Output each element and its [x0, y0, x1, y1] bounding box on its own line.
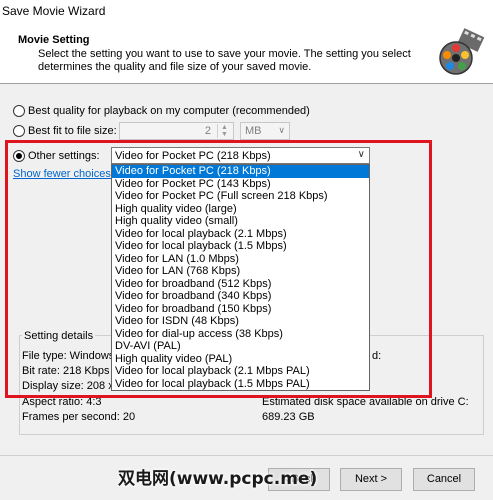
dropdown-option[interactable]: Video for local playback (1.5 Mbps PAL): [112, 378, 369, 391]
dropdown-option[interactable]: Video for local playback (2.1 Mbps PAL): [112, 365, 369, 378]
details-right-partial: d:: [372, 350, 382, 362]
best-quality-label: Best quality for playback on my computer…: [28, 105, 310, 117]
dropdown-option[interactable]: Video for Pocket PC (218 Kbps): [112, 165, 369, 178]
window-title: Save Movie Wizard: [2, 4, 106, 18]
film-reel-icon: [439, 28, 485, 75]
next-button[interactable]: Next >: [340, 468, 402, 491]
dropdown-option[interactable]: Video for LAN (768 Kbps): [112, 265, 369, 278]
dropdown-option[interactable]: Video for Pocket PC (Full screen 218 Kbp…: [112, 190, 369, 203]
other-settings-dropdown-list[interactable]: Video for Pocket PC (218 Kbps) Video for…: [111, 164, 370, 391]
cancel-button[interactable]: Cancel: [413, 468, 475, 491]
frames-per-second-text: Frames per second: 20: [22, 411, 136, 423]
chevron-down-icon: ∨: [278, 125, 285, 135]
dropdown-option[interactable]: Video for Pocket PC (143 Kbps): [112, 178, 369, 191]
dropdown-option[interactable]: Video for local playback (1.5 Mbps): [112, 240, 369, 253]
other-settings-select[interactable]: Video for Pocket PC (218 Kbps) ∨: [111, 147, 370, 164]
dropdown-option[interactable]: Video for broadband (150 Kbps): [112, 303, 369, 316]
other-settings-option[interactable]: Other settings:: [13, 148, 100, 164]
best-fit-option[interactable]: Best fit to file size:: [13, 123, 117, 139]
dropdown-option[interactable]: Video for LAN (1.0 Mbps): [112, 253, 369, 266]
dropdown-option[interactable]: Video for broadband (512 Kbps): [112, 278, 369, 291]
show-fewer-choices-link[interactable]: Show fewer choices...: [13, 168, 120, 180]
stepper-arrows-icon[interactable]: ▲ ▼: [217, 124, 231, 138]
best-quality-radio[interactable]: [13, 105, 25, 117]
dropdown-option[interactable]: Video for ISDN (48 Kbps): [112, 315, 369, 328]
file-size-stepper[interactable]: 2 ▲ ▼: [119, 122, 234, 140]
disk-space-label: Estimated disk space available on drive …: [262, 396, 469, 408]
dropdown-option[interactable]: High quality video (PAL): [112, 353, 369, 366]
setting-details-label: Setting details: [22, 330, 96, 342]
display-size-text: Display size: 208 x: [22, 380, 114, 392]
dropdown-option[interactable]: High quality video (small): [112, 215, 369, 228]
dropdown-option[interactable]: DV-AVI (PAL): [112, 340, 369, 353]
wizard-header: Movie Setting Select the setting you wan…: [0, 22, 493, 84]
best-quality-option[interactable]: Best quality for playback on my computer…: [13, 103, 310, 119]
aspect-ratio-text: Aspect ratio: 4:3: [22, 396, 102, 408]
file-size-unit-value: MB: [245, 125, 262, 137]
dropdown-option[interactable]: Video for local playback (2.1 Mbps): [112, 228, 369, 241]
watermark-text: 双电网(www.pcpc.me): [118, 469, 318, 489]
bit-rate-text: Bit rate: 218 Kbps: [22, 365, 110, 377]
page-description: Select the setting you want to use to sa…: [38, 48, 411, 73]
dropdown-option[interactable]: Video for dial-up access (38 Kbps): [112, 328, 369, 341]
file-size-value: 2: [204, 125, 211, 137]
other-settings-label: Other settings:: [28, 150, 100, 162]
best-fit-label: Best fit to file size:: [28, 125, 117, 137]
file-type-text: File type: Windows: [22, 350, 115, 362]
file-size-unit-select[interactable]: MB ∨: [240, 122, 290, 140]
best-fit-radio[interactable]: [13, 125, 25, 137]
other-settings-value: Video for Pocket PC (218 Kbps): [115, 150, 271, 162]
dropdown-option[interactable]: High quality video (large): [112, 203, 369, 216]
chevron-down-icon: ∨: [357, 149, 365, 160]
disk-space-value: 689.23 GB: [262, 411, 315, 423]
footer-divider: [0, 455, 493, 456]
title-bar: Save Movie Wizard: [0, 0, 493, 22]
dropdown-option[interactable]: Video for broadband (340 Kbps): [112, 290, 369, 303]
page-title: Movie Setting: [18, 34, 90, 46]
other-settings-radio[interactable]: [13, 150, 25, 162]
